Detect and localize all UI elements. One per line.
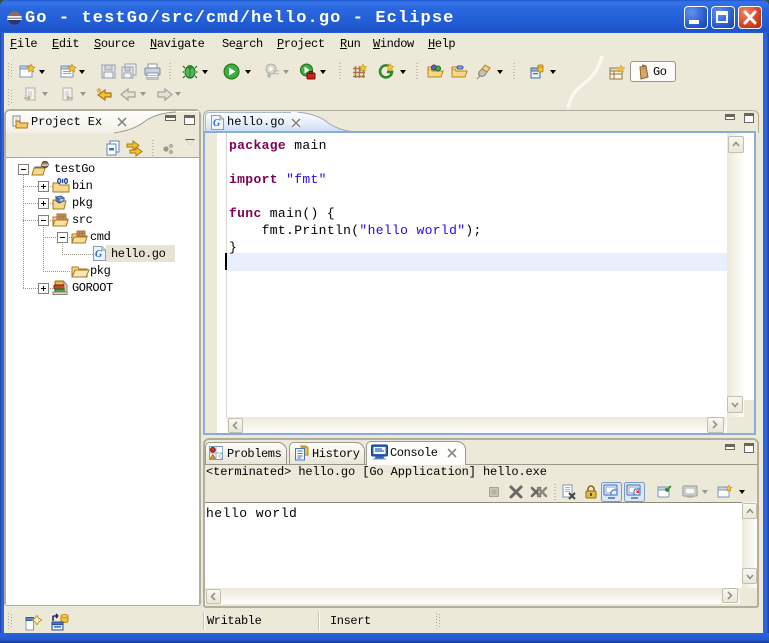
svg-text:G: G — [213, 118, 221, 129]
svg-text:G: G — [95, 249, 103, 260]
